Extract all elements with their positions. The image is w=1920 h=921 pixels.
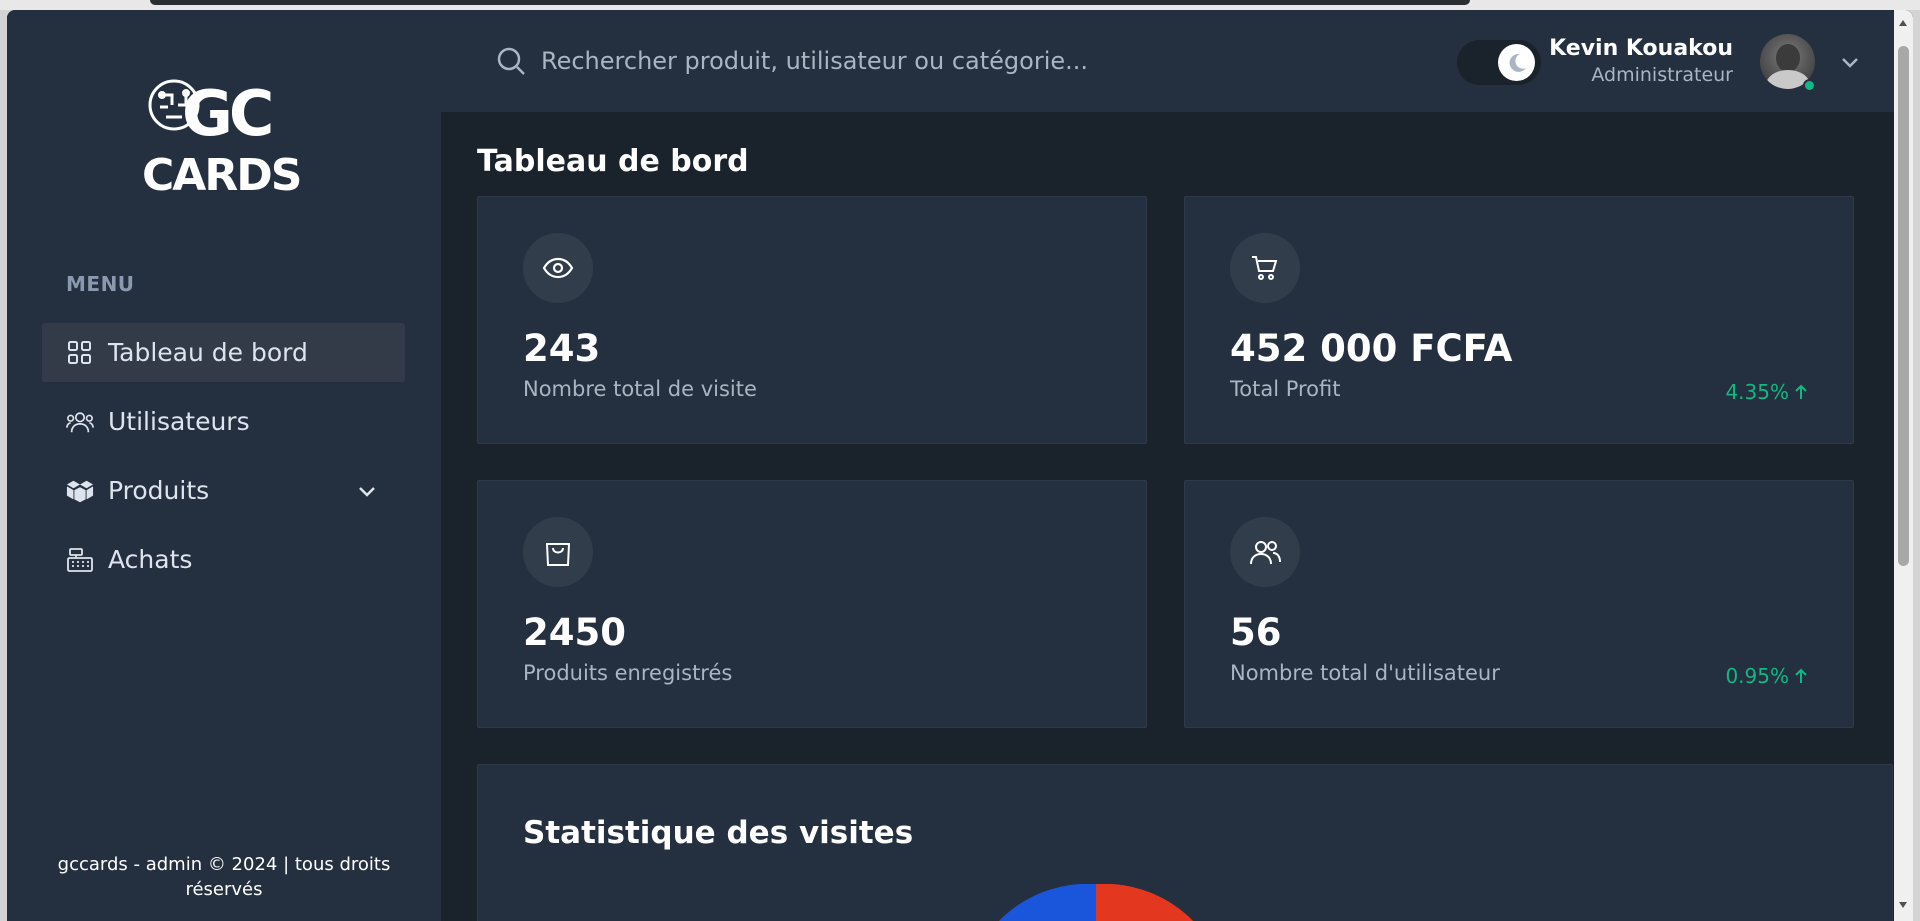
search-icon[interactable] xyxy=(496,46,526,76)
sidebar-item-label: Produits xyxy=(108,476,210,505)
cart-icon xyxy=(1230,233,1300,303)
trend-indicator: 4.35% xyxy=(1725,380,1809,404)
svg-text:CARDS: CARDS xyxy=(142,150,300,195)
stat-card-users: 56 Nombre total d'utilisateur 0.95% xyxy=(1184,480,1854,728)
boxes-icon xyxy=(66,477,94,505)
sidebar-item-label: Utilisateurs xyxy=(108,407,250,436)
stat-label: Nombre total de visite xyxy=(523,377,757,401)
stat-label: Total Profit xyxy=(1230,377,1341,401)
chevron-down-icon[interactable] xyxy=(1838,50,1862,74)
sidebar-item-label: Tableau de bord xyxy=(108,338,308,367)
arrow-up-icon xyxy=(1795,668,1807,683)
browser-top-strip xyxy=(0,0,1920,10)
user-role: Administrateur xyxy=(1591,64,1733,86)
trend-indicator: 0.95% xyxy=(1725,664,1809,688)
theme-toggle[interactable] xyxy=(1457,40,1541,85)
cash-register-icon xyxy=(66,546,94,574)
stat-card-products: 2450 Produits enregistrés xyxy=(477,480,1147,728)
stat-value: 56 xyxy=(1230,611,1282,654)
pie-slice-blue xyxy=(998,884,1096,921)
online-status-dot xyxy=(1803,79,1816,92)
stat-card-profit: 452 000 FCFA Total Profit 4.35% xyxy=(1184,196,1854,444)
search-input[interactable] xyxy=(541,38,1241,84)
moon-icon xyxy=(1498,44,1535,81)
gc-cards-logo[interactable]: GC CARDS xyxy=(142,65,317,201)
chevron-down-icon[interactable] xyxy=(355,479,379,503)
svg-text:GC: GC xyxy=(182,77,271,150)
stat-value: 2450 xyxy=(523,611,626,654)
user-name[interactable]: Kevin Kouakou xyxy=(1549,36,1733,61)
sidebar-footer: gccards - admin © 2024 | tous droits rés… xyxy=(57,854,391,900)
shopping-bag-icon xyxy=(523,517,593,587)
page-scrollbar[interactable] xyxy=(1894,10,1913,921)
page-title: Tableau de bord xyxy=(477,144,749,179)
scroll-down-arrow-icon[interactable] xyxy=(1899,902,1907,908)
sidebar-item-users[interactable]: Utilisateurs xyxy=(42,392,405,451)
stat-value: 452 000 FCFA xyxy=(1230,327,1513,370)
grid-icon xyxy=(66,339,94,367)
sidebar-item-purchases[interactable]: Achats xyxy=(42,530,405,589)
trend-value: 4.35% xyxy=(1725,380,1789,404)
menu-heading: MENU xyxy=(66,272,135,296)
stat-label: Nombre total d'utilisateur xyxy=(1230,661,1500,685)
sidebar-item-products[interactable]: Produits xyxy=(42,461,405,520)
sidebar: GC CARDS MENU Tableau de bord Utilisateu… xyxy=(7,10,441,921)
eye-icon xyxy=(523,233,593,303)
arrow-up-icon xyxy=(1795,384,1807,399)
sidebar-item-label: Achats xyxy=(108,545,193,574)
scrollbar-thumb[interactable] xyxy=(1898,46,1909,566)
visits-statistics-panel: Statistique des visites xyxy=(477,764,1893,921)
app-window: GC CARDS MENU Tableau de bord Utilisateu… xyxy=(7,10,1913,921)
sidebar-item-dashboard[interactable]: Tableau de bord xyxy=(42,323,405,382)
users-icon xyxy=(66,408,94,436)
visits-pie-chart xyxy=(998,884,1194,921)
stat-value: 243 xyxy=(523,327,601,370)
stat-label: Produits enregistrés xyxy=(523,661,733,685)
trend-value: 0.95% xyxy=(1725,664,1789,688)
users-icon xyxy=(1230,517,1300,587)
scroll-up-arrow-icon[interactable] xyxy=(1899,20,1907,26)
stat-card-visits: 243 Nombre total de visite xyxy=(477,196,1147,444)
top-header: Kevin Kouakou Administrateur xyxy=(441,10,1913,112)
stats-title: Statistique des visites xyxy=(523,815,914,851)
pie-slice-red xyxy=(1096,884,1194,921)
